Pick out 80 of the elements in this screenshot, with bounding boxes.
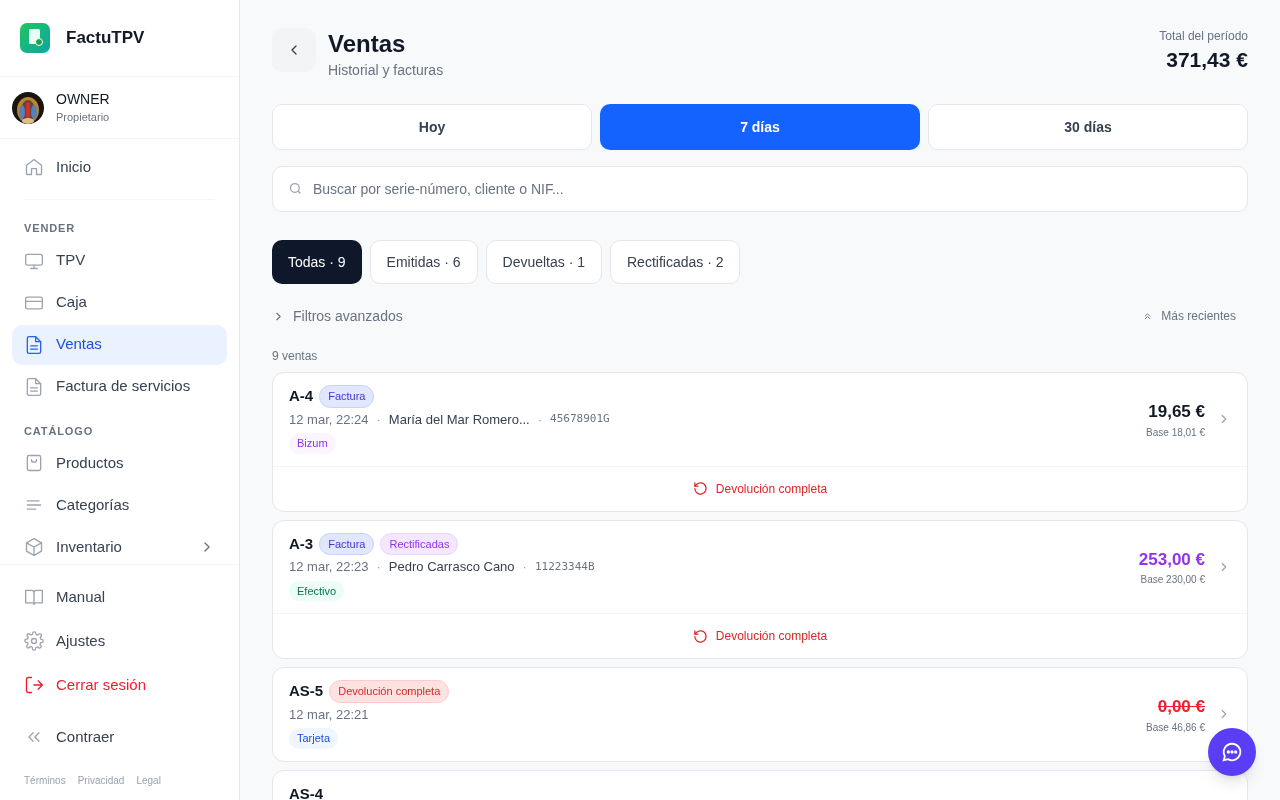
undo-icon [692, 628, 708, 644]
sale-date: 12 mar, 22:24 [289, 410, 369, 429]
nav-item[interactable]: Productos [12, 443, 227, 483]
nav-item[interactable]: Caja [12, 282, 227, 323]
invoice-number: AS-5 [289, 681, 324, 701]
sale-date: 12 mar, 22:23 [289, 558, 369, 576]
book-icon [24, 587, 44, 607]
status-tag: Devolución completa [329, 680, 450, 703]
customer-name: Pedro Carrasco Cano [388, 558, 515, 576]
app-name: FactuTPV [66, 27, 145, 50]
nav-item[interactable]: Inventario [12, 527, 227, 564]
page-subtitle: Historial y facturas [328, 61, 444, 80]
chat-button[interactable] [1208, 728, 1256, 776]
advanced-filters-toggle[interactable]: Filtros avanzados [272, 306, 403, 326]
chat-icon [1221, 741, 1243, 763]
filter-chip[interactable]: Emitidas · 6 [369, 240, 478, 284]
total-amount: 371,43 € [1166, 47, 1248, 73]
user-name: OWNER [56, 90, 110, 110]
customer-name: María del Mar Romero... [388, 410, 530, 429]
nav-item[interactable]: Contraer [12, 717, 227, 757]
payment-tag: Efectivo [289, 580, 345, 601]
app-logo [20, 23, 50, 53]
bag-icon [24, 453, 44, 473]
payment-tag: Tarjeta [289, 728, 339, 749]
filter-chip[interactable]: Devueltas · 1 [485, 240, 602, 284]
document-icon [24, 376, 44, 397]
sale-base: Base 18,01 € [1146, 425, 1205, 440]
section-heading: CATÁLOGO [23, 423, 95, 439]
nav-item[interactable]: Factura de servicios [12, 366, 227, 407]
customer-nif: 45678901G [550, 411, 610, 427]
logout-icon [24, 675, 44, 695]
sale-amount: 0,00 € [1157, 696, 1205, 718]
search-icon [288, 181, 303, 196]
separator: · [537, 410, 543, 429]
sale-amount: 19,65 € [1148, 401, 1205, 423]
sale-card[interactable]: AS-5 Devolución completa 12 mar, 22:21 Tarjeta 0,00 € Base 46,86 € [272, 667, 1248, 762]
cube-icon [24, 537, 44, 557]
sale-base: Base 46,86 € [1146, 720, 1205, 735]
section-heading: VENDER [23, 221, 77, 236]
user-role: Propietario [56, 110, 110, 126]
status-tag: Rectificadas [380, 532, 459, 555]
settings-icon [24, 631, 44, 651]
refund-button[interactable]: Devolución completa [273, 613, 1247, 658]
sale-amount: 253,00 € [1138, 548, 1205, 571]
sale-card[interactable]: A-4 Factura 12 mar, 22:24 · María del Mar Romero... · 45678901G Bizum 19,65 € Base 18,01 € Devolución completa [272, 372, 1248, 512]
undo-icon [692, 481, 708, 496]
invoice-number: AS-4 [289, 783, 324, 800]
filter-chip[interactable]: Todas · 9 [272, 240, 362, 284]
home-icon [24, 157, 44, 177]
nav-item[interactable]: TPV [12, 240, 227, 281]
filter-chip[interactable]: Rectificadas · 2 [610, 240, 741, 284]
total-label: Total del período [1159, 28, 1248, 44]
period-tab[interactable]: 30 días [928, 104, 1248, 150]
nav-item[interactable]: Ajustes [12, 621, 227, 661]
separator: · [376, 410, 381, 429]
nav-item[interactable]: Inicio [12, 147, 227, 187]
separator: · [522, 558, 527, 576]
status-tag: Factura [319, 385, 375, 408]
sale-card[interactable]: A-3 Factura Rectificadas 12 mar, 22:23 · Pedro Carrasco Cano · 11223344B Efectivo 253,00 € Base 230,00 € Devolución completa [272, 519, 1248, 659]
invoice-number: A-4 [289, 386, 314, 406]
payment-tag: Bizum [289, 433, 336, 454]
invoice-number: A-3 [289, 533, 314, 554]
refund-button[interactable]: Devolución completa [273, 465, 1247, 511]
page-title: Ventas [328, 29, 407, 59]
sort-button[interactable]: Más recientes [1142, 308, 1248, 324]
sales-count: 9 ventas [272, 348, 319, 364]
nav-item[interactable]: Manual [12, 577, 227, 617]
nav-item[interactable]: Ventas [12, 324, 227, 365]
customer-nif: 11223344B [534, 558, 595, 575]
separator: · [376, 558, 381, 576]
nav-item[interactable]: Cerrar sesión [12, 665, 227, 705]
sale-card[interactable]: AS-4 [272, 769, 1248, 800]
document-icon [24, 334, 44, 355]
status-tag: Factura [319, 532, 375, 555]
nav-item[interactable]: Categorías [12, 485, 227, 525]
period-tab[interactable]: 7 días [600, 104, 920, 150]
sale-base: Base 230,00 € [1140, 573, 1205, 587]
search-field[interactable]: Buscar por serie-número, cliente o NIF... [272, 166, 1248, 212]
sale-date: 12 mar, 22:21 [289, 705, 369, 724]
period-tab[interactable]: Hoy [272, 104, 592, 150]
